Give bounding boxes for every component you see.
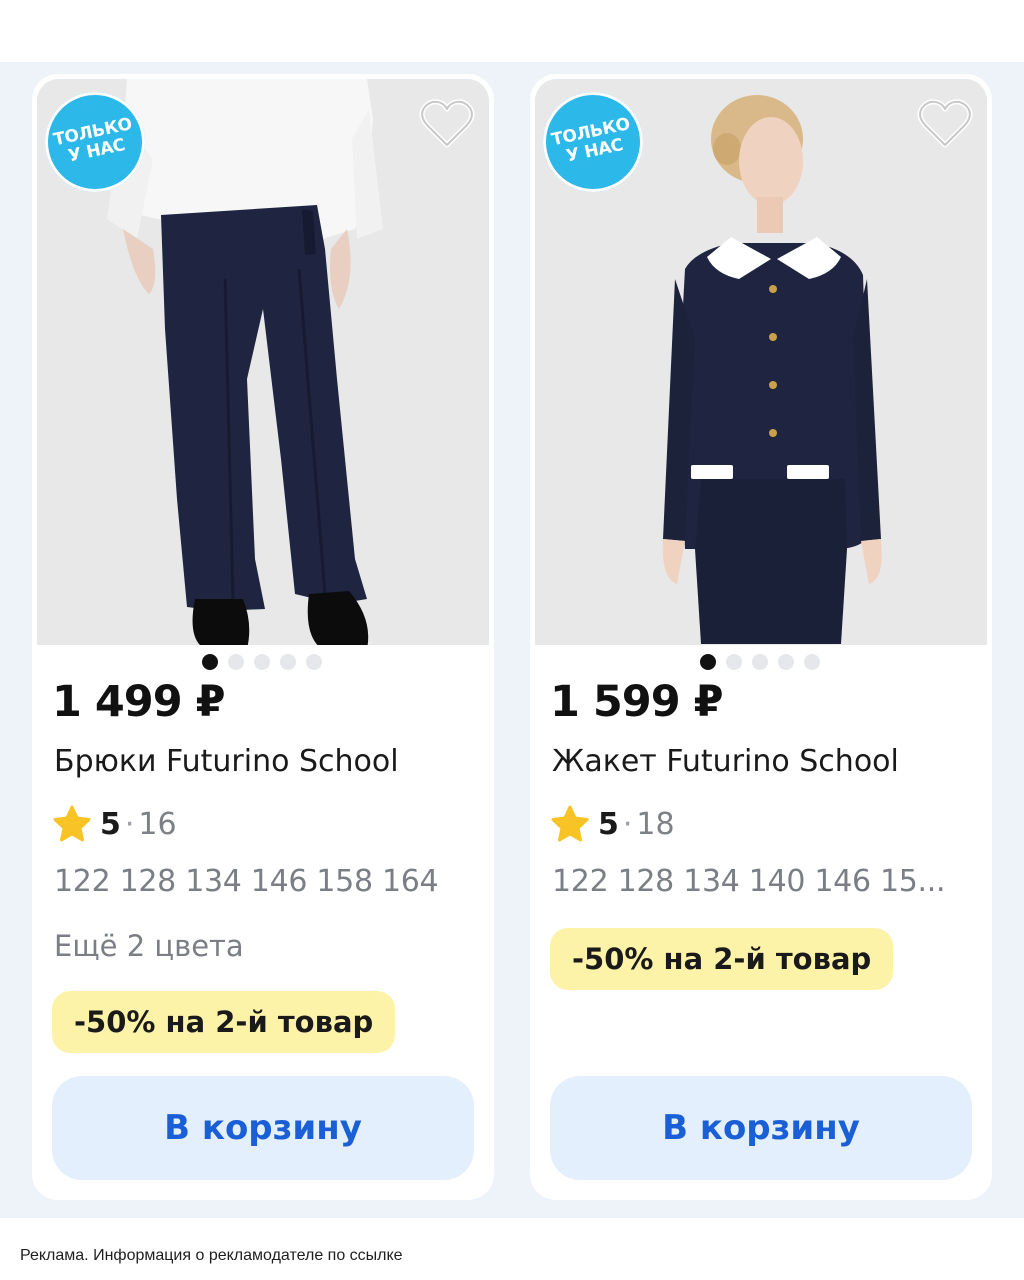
rating-score: 5 xyxy=(100,806,121,842)
add-to-cart-button[interactable]: В корзину xyxy=(550,1076,972,1180)
pagination-dot[interactable] xyxy=(306,654,322,670)
review-count: 16 xyxy=(138,806,177,842)
size-list: 122 128 134 146 158 164 xyxy=(54,864,439,899)
star-icon xyxy=(53,805,91,842)
heart-icon[interactable] xyxy=(417,97,477,151)
review-count: 18 xyxy=(636,806,675,842)
pagination-dot[interactable] xyxy=(700,654,716,670)
rating-score: 5 xyxy=(598,806,619,842)
product-photo[interactable]: ТОЛЬКО У НАС xyxy=(37,79,489,645)
exclusive-badge-text: ТОЛЬКО У НАС xyxy=(51,114,134,167)
pagination-dot[interactable] xyxy=(726,654,742,670)
size-list: 122 128 134 140 146 15... xyxy=(552,864,946,899)
exclusive-badge: ТОЛЬКО У НАС xyxy=(543,92,643,192)
exclusive-badge: ТОЛЬКО У НАС xyxy=(45,92,145,192)
advertising-disclaimer[interactable]: Реклама. Информация о рекламодателе по с… xyxy=(20,1247,403,1265)
rating-separator: · xyxy=(124,806,135,842)
heart-icon[interactable] xyxy=(915,97,975,151)
product-price: 1 599 ₽ xyxy=(550,677,724,727)
promo-badge: -50% на 2-й товар xyxy=(52,991,396,1053)
pagination-dot[interactable] xyxy=(228,654,244,670)
product-price: 1 499 ₽ xyxy=(52,677,226,727)
pagination-dot[interactable] xyxy=(254,654,270,670)
more-colors-link[interactable]: Ещё 2 цвета xyxy=(54,929,244,963)
product-card[interactable]: ТОЛЬКО У НАС 1 599 ₽ Жакет Futurino Scho… xyxy=(530,74,992,1200)
pagination-dot[interactable] xyxy=(752,654,768,670)
exclusive-badge-text: ТОЛЬКО У НАС xyxy=(549,114,632,167)
pagination-dot[interactable] xyxy=(804,654,820,670)
photo-pagination[interactable] xyxy=(530,654,992,670)
pagination-dot[interactable] xyxy=(280,654,296,670)
product-rating[interactable]: 5 · 18 xyxy=(550,804,675,844)
star-icon xyxy=(551,805,589,842)
product-card[interactable]: ТОЛЬКО У НАС 1 499 ₽ Брюки Futurino Scho… xyxy=(32,74,494,1200)
product-title[interactable]: Жакет Futurino School xyxy=(552,744,982,779)
pagination-dot[interactable] xyxy=(778,654,794,670)
promo-badge: -50% на 2-й товар xyxy=(550,928,894,990)
rating-separator: · xyxy=(622,806,633,842)
product-rating[interactable]: 5 · 16 xyxy=(52,804,177,844)
pagination-dot[interactable] xyxy=(202,654,218,670)
product-photo[interactable]: ТОЛЬКО У НАС xyxy=(535,79,987,645)
add-to-cart-button[interactable]: В корзину xyxy=(52,1076,474,1180)
photo-pagination[interactable] xyxy=(32,654,494,670)
product-title[interactable]: Брюки Futurino School xyxy=(54,744,484,779)
